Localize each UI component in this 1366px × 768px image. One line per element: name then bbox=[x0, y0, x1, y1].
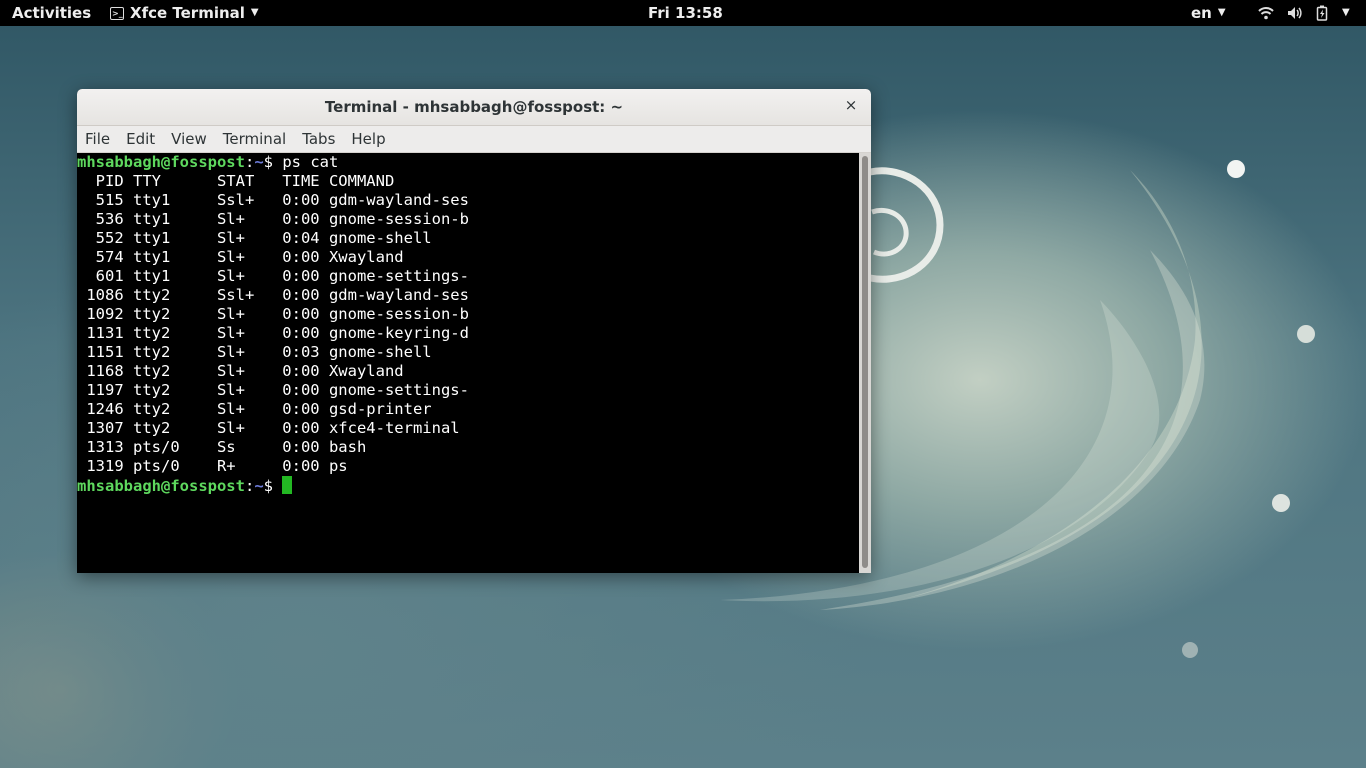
prompt-path: ~ bbox=[254, 477, 264, 495]
prompt-colon: : bbox=[244, 477, 255, 495]
top-bar: Activities >_ Xfce Terminal ▼ Fri 13:58 … bbox=[0, 0, 1366, 26]
prompt-user: mhsabbagh@fosspost bbox=[77, 153, 245, 171]
output-line: 552 tty1 Sl+ 0:04 gnome-shell bbox=[77, 229, 432, 247]
app-name-label: Xfce Terminal bbox=[130, 4, 245, 22]
output-line: 1092 tty2 Sl+ 0:00 gnome-session-b bbox=[77, 305, 469, 323]
scrollbar[interactable] bbox=[859, 153, 871, 573]
language-label: en bbox=[1191, 4, 1212, 22]
output-line: 536 tty1 Sl+ 0:00 gnome-session-b bbox=[77, 210, 469, 228]
output-line: 515 tty1 Ssl+ 0:00 gdm-wayland-ses bbox=[77, 191, 469, 209]
activities-button[interactable]: Activities bbox=[12, 4, 91, 22]
chevron-down-icon: ▼ bbox=[250, 7, 259, 18]
output-line: 1246 tty2 Sl+ 0:00 gsd-printer bbox=[77, 400, 432, 418]
prompt-line: mhsabbagh@fosspost:~$ ps cat bbox=[77, 153, 859, 172]
prompt-path: ~ bbox=[254, 153, 264, 171]
window-title: Terminal - mhsabbagh@fosspost: ~ bbox=[324, 98, 624, 116]
prompt-symbol: $ bbox=[263, 477, 274, 495]
wifi-icon bbox=[1258, 7, 1274, 20]
scrollbar-thumb[interactable] bbox=[862, 156, 868, 568]
app-menu-button[interactable]: >_ Xfce Terminal ▼ bbox=[110, 4, 259, 22]
terminal-icon: >_ bbox=[110, 6, 124, 20]
menu-view[interactable]: View bbox=[163, 127, 215, 151]
menu-file[interactable]: File bbox=[77, 127, 118, 151]
menu-edit[interactable]: Edit bbox=[118, 127, 163, 151]
window-titlebar[interactable]: Terminal - mhsabbagh@fosspost: ~ × bbox=[77, 89, 871, 126]
output-line: 1319 pts/0 R+ 0:00 ps bbox=[77, 457, 348, 475]
terminal-output[interactable]: mhsabbagh@fosspost:~$ ps cat PID TTY STA… bbox=[77, 153, 859, 573]
prompt-symbol: $ bbox=[263, 153, 274, 171]
menu-tabs[interactable]: Tabs bbox=[294, 127, 343, 151]
volume-icon bbox=[1288, 7, 1302, 19]
prompt-line: mhsabbagh@fosspost:~$ bbox=[77, 476, 859, 495]
system-tray[interactable]: ▼ bbox=[1258, 4, 1350, 22]
output-line: PID TTY STAT TIME COMMAND bbox=[77, 172, 395, 190]
prompt-colon: : bbox=[244, 153, 255, 171]
command-text: ps cat bbox=[273, 153, 339, 171]
battery-icon bbox=[1316, 5, 1328, 21]
terminal-window[interactable]: Terminal - mhsabbagh@fosspost: ~ × File … bbox=[77, 89, 871, 573]
menu-help[interactable]: Help bbox=[343, 127, 393, 151]
output-line: 1313 pts/0 Ss 0:00 bash bbox=[77, 438, 367, 456]
text-cursor bbox=[282, 476, 293, 494]
chevron-down-icon: ▼ bbox=[1342, 7, 1350, 18]
output-line: 1086 tty2 Ssl+ 0:00 gdm-wayland-ses bbox=[77, 286, 469, 304]
prompt-user: mhsabbagh@fosspost bbox=[77, 477, 245, 495]
output-line: 1307 tty2 Sl+ 0:00 xfce4-terminal bbox=[77, 419, 460, 437]
menu-bar: File Edit View Terminal Tabs Help bbox=[77, 126, 871, 153]
chevron-down-icon: ▼ bbox=[1217, 7, 1226, 18]
menu-terminal[interactable]: Terminal bbox=[215, 127, 294, 151]
output-line: 1197 tty2 Sl+ 0:00 gnome-settings- bbox=[77, 381, 469, 399]
clock-button[interactable]: Fri 13:58 bbox=[648, 4, 723, 22]
output-line: 1151 tty2 Sl+ 0:03 gnome-shell bbox=[77, 343, 432, 361]
output-line: 1168 tty2 Sl+ 0:00 Xwayland bbox=[77, 362, 404, 380]
language-selector[interactable]: en ▼ bbox=[1191, 4, 1226, 22]
close-icon[interactable]: × bbox=[843, 97, 859, 113]
output-line: 601 tty1 Sl+ 0:00 gnome-settings- bbox=[77, 267, 469, 285]
output-line: 1131 tty2 Sl+ 0:00 gnome-keyring-d bbox=[77, 324, 469, 342]
output-line: 574 tty1 Sl+ 0:00 Xwayland bbox=[77, 248, 404, 266]
